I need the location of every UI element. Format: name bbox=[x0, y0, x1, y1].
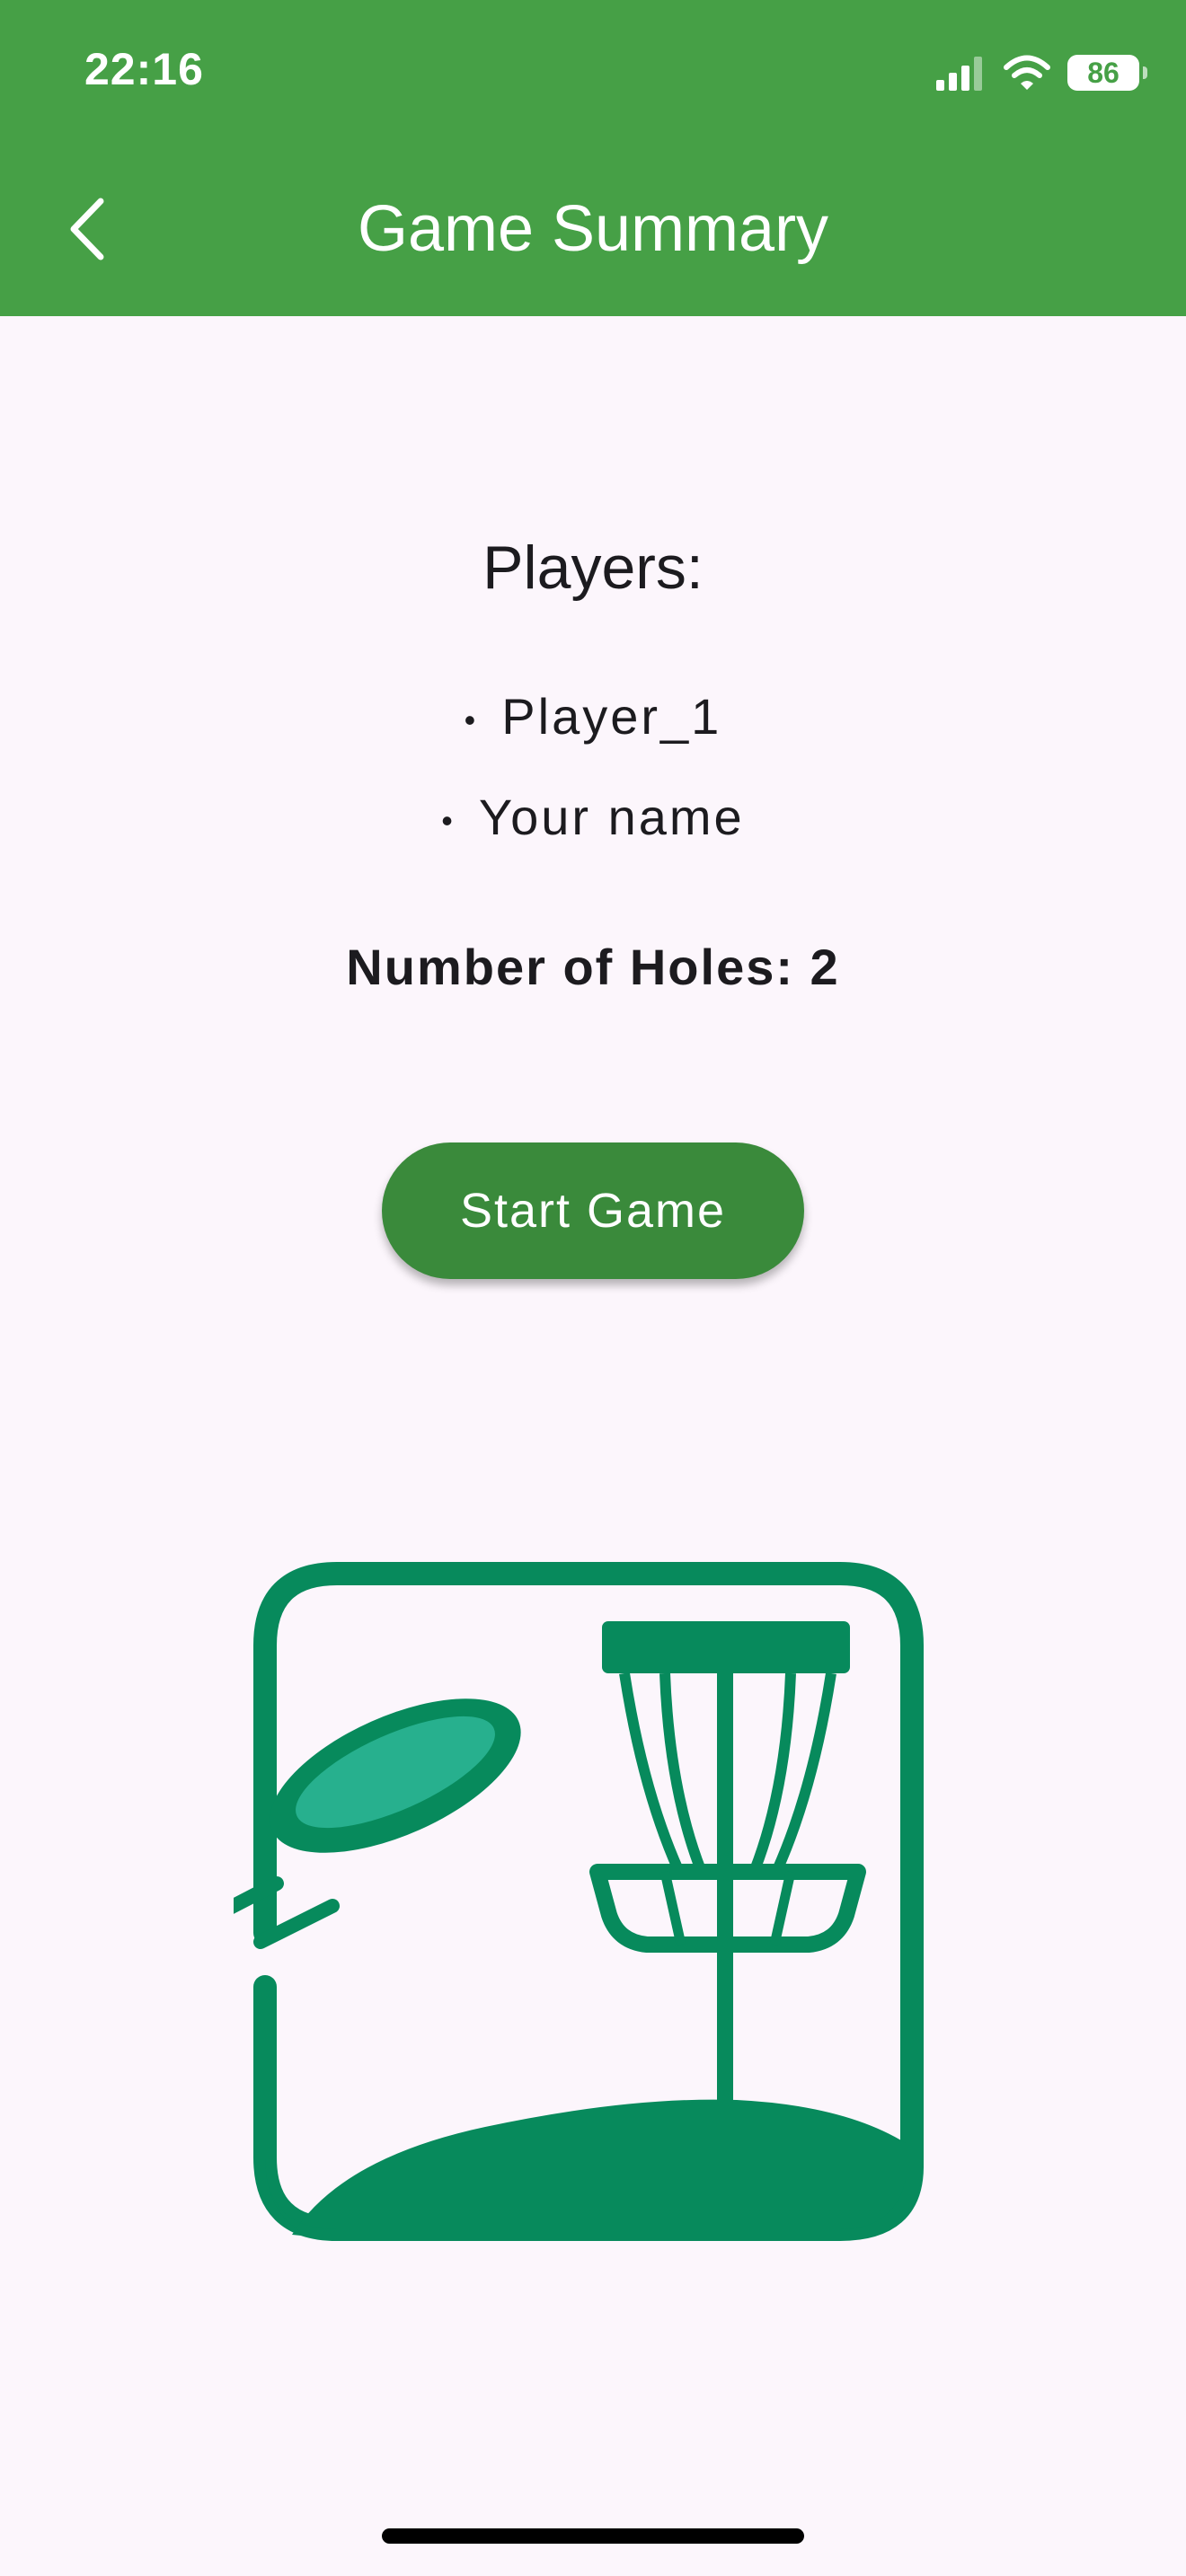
battery-cap bbox=[1143, 66, 1147, 79]
page-title: Game Summary bbox=[357, 193, 829, 265]
home-indicator[interactable] bbox=[382, 2528, 804, 2544]
players-heading: Players: bbox=[482, 534, 704, 602]
status-icons: 86 bbox=[936, 50, 1147, 95]
player-list-item: • Your name bbox=[0, 767, 1186, 868]
status-time: 22:16 bbox=[84, 44, 204, 94]
chevron-left-icon bbox=[70, 198, 104, 260]
battery-icon: 86 bbox=[1067, 55, 1147, 91]
disc-golf-basket-icon bbox=[234, 1562, 924, 2241]
start-game-button[interactable]: Start Game bbox=[382, 1142, 804, 1279]
game-summary-content: Players: • Player_1 • Your name Number of … bbox=[0, 316, 1186, 2576]
wifi-icon bbox=[1004, 55, 1050, 90]
bullet: • bbox=[441, 802, 456, 840]
holes-count: Number of Holes: 2 bbox=[346, 939, 840, 995]
bullet: • bbox=[464, 701, 479, 739]
app-bar: 22:16 86 Game Summary bbox=[0, 0, 1186, 316]
player-name: Your name bbox=[478, 789, 745, 845]
player-name: Player_1 bbox=[501, 688, 722, 745]
signal-bars-icon bbox=[936, 57, 982, 91]
back-button[interactable] bbox=[56, 189, 119, 269]
battery-level: 86 bbox=[1087, 57, 1120, 89]
player-list: • Player_1 • Your name bbox=[0, 666, 1186, 868]
player-list-item: • Player_1 bbox=[0, 666, 1186, 767]
